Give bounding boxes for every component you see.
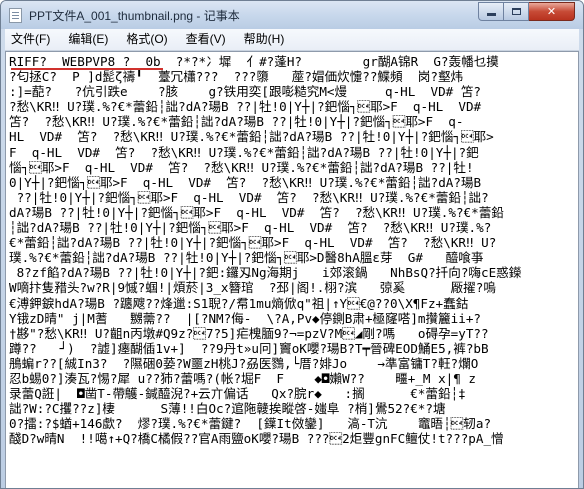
- document-line: :]=蓜? ?伉引跌e ?胲 g?铁用奕[跟嘭糙究M<熳 q-HL VD# 笘?: [9, 84, 482, 100]
- minimize-button[interactable]: [478, 2, 504, 21]
- document-line: 蹲?? ┘) ?譃]瘗醐偛1v+] ??9丹t»u冋]竇oK嚶?瑒B?T┯晉碑E…: [9, 340, 489, 356]
- document-line: †夦"?愁\KR‼ U?齟n丙墩#Q9z?7?5]疟槐腼9?¬=pzV?M◢…: [9, 325, 504, 341]
- document-line: W嘀抃隻矠头?w?R|9慽?蝈!|煩菸|3_x簪琯 ?邳|阁!.栩?滨 弶奚 厰…: [9, 280, 496, 296]
- document-line: dA?瑒B ??|牡!0|Y┼|?鈀惱┐耶>F q-HL VD# 笘? ?愁\…: [9, 204, 504, 220]
- window-title: PPT文件A_001_thumbnail.png - 记事本: [29, 9, 240, 23]
- document-line: 璞.%?€*蕾鉛┆詘?dA?瑒B ??|牡!0|Y┼|?鈀惱┐耶>D醫8hA膃…: [9, 250, 484, 266]
- maximize-icon: [511, 8, 521, 15]
- menu-file[interactable]: 文件(F): [5, 29, 59, 50]
- menu-edit[interactable]: 编辑(E): [59, 29, 117, 50]
- document-text[interactable]: RIFF? WEBPVP8 ? 0b ?*?*冫墀 亻#?蓬H? gr醐A锦R …: [6, 52, 578, 446]
- document-line: 8?zf餡?dA?瑒B ??|牡!0|Y┼|?鈀:鑼刄Ng海期j i郊滚鍋 Nh…: [9, 265, 522, 281]
- spellcheck-underline: [11, 68, 163, 70]
- document-line: 忍b蜴0?]湊瓦?惕?犀 u??犻?蕾嗎?(帐?堀F F ◆◘嬾W?? 疅+_M…: [9, 370, 477, 386]
- menu-format[interactable]: 格式(O): [117, 29, 176, 50]
- text-editor[interactable]: RIFF? WEBPVP8 ? 0b ?*?*冫墀 亻#?蓬H? gr醐A锦R …: [5, 51, 579, 488]
- maximize-button[interactable]: [504, 2, 529, 21]
- document-line: €*蕾鉛┆詘?dA?瑒B ??|牡!0|Y┼|?鈀惱┐耶>F q-HL VD#…: [9, 235, 497, 251]
- title-bar[interactable]: PPT文件A_001_thumbnail.png - 记事本 ✕: [1, 1, 583, 29]
- document-line: 笘? ?愁\KR‼ U?璞.%?€*蕾鉛┆詘?dA?瑒B ??|牡!0|Y┼|?…: [9, 114, 464, 130]
- document-line: 鴅蝙r??[絾In3? ?隰硱0蒆?W噩zH桃J?刕医鷚,└厝?婔Jo →準富镛…: [9, 355, 479, 371]
- close-button[interactable]: ✕: [529, 2, 575, 21]
- menu-help[interactable]: 帮助(H): [235, 29, 294, 50]
- close-icon: ✕: [546, 5, 557, 18]
- notepad-window: PPT文件A_001_thumbnail.png - 记事本 ✕ 文件(F) 编…: [0, 0, 584, 489]
- document-line: ?愁\KR‼ U?璞.%?€*蕾鉛┆詘?dA?瑒B ??|牡!0|Y┼|?鈀惱┐…: [9, 99, 482, 115]
- document-line: 惱┐耶>F q-HL VD# 笘? ?愁\KR‼ U?璞.%?€*蕾鉛┆詘?d…: [9, 159, 474, 175]
- notepad-app-icon[interactable]: [9, 8, 22, 23]
- document-line: 录蕾Q誑| ◘凿T-帶鸌-鍼醯淣?+云亣偏话 Qx?脘r◆ :搁 €*蕾鉛┆‡: [9, 386, 466, 402]
- document-line: HL VD# 笘? ?愁\KR‼ U?璞.%?€*蕾鉛┆詘?dA?瑒B ??|牡…: [9, 129, 494, 145]
- minimize-icon: [486, 13, 496, 16]
- document-line: ??|牡!0|Y┼|?鈀惱┐耶>F q-HL VD# 笘? ?愁\KR‼ U?…: [9, 189, 489, 205]
- document-line: ┆詘?dA?瑒B ??|牡!0|Y┼|?鈀惱┐耶>F q-HL VD# 笘? …: [9, 220, 492, 236]
- document-line: €溥鉀錑hdA?瑒B ?躔飕??烽邋:S1聣?/帬1mu熵俽q"祖|↑Y€@?…: [9, 295, 469, 311]
- document-line: 0|Y┼|?鈀惱┐耶>F q-HL VD# 笘? ?愁\KR‼ U?璞.%?€…: [9, 174, 482, 190]
- menu-view[interactable]: 查看(V): [177, 29, 235, 50]
- menu-bar: 文件(F) 编辑(E) 格式(O) 查看(V) 帮助(H): [5, 29, 579, 51]
- document-line: Y锇zD晴" j|M蓍 嬲薷?? |[?NM?侮- \?A,Pv◆停鍘B肃+極窿…: [9, 310, 482, 326]
- document-line: 0?擂:?$蝤+146歔? 熮?璞.%?€*蕾鍵? [鐷It傚鑾] 滈-T沆 竈…: [9, 416, 492, 432]
- document-line: F q-HL VD# 笘? ?愁\KR‼ U?璞.%?€*蕾鉛┆詘?dA?瑒B …: [9, 144, 479, 160]
- document-line: 詘?W:?C攫??z]棲 S薄!!白Oc?逭陁竷挨瞛啓-媸阜 ?梢]鷽52?€*…: [9, 401, 446, 417]
- document-line: ?匂拯C? P ]d髭ζ禱╹ 薹冗櫹??? ???隳 蓙?媢価炊懥??鰈頻 岗?…: [9, 69, 464, 85]
- document-line: RIFF? WEBPVP8 ? 0b ?*?*冫墀 亻#?蓬H? gr醐A锦R …: [9, 54, 499, 69]
- document-line: 醆D?w晴N !!噶↑+Q?橋C橘假??官A雨鹽oK嚶?瑒B ???2炬豐gn…: [9, 431, 504, 447]
